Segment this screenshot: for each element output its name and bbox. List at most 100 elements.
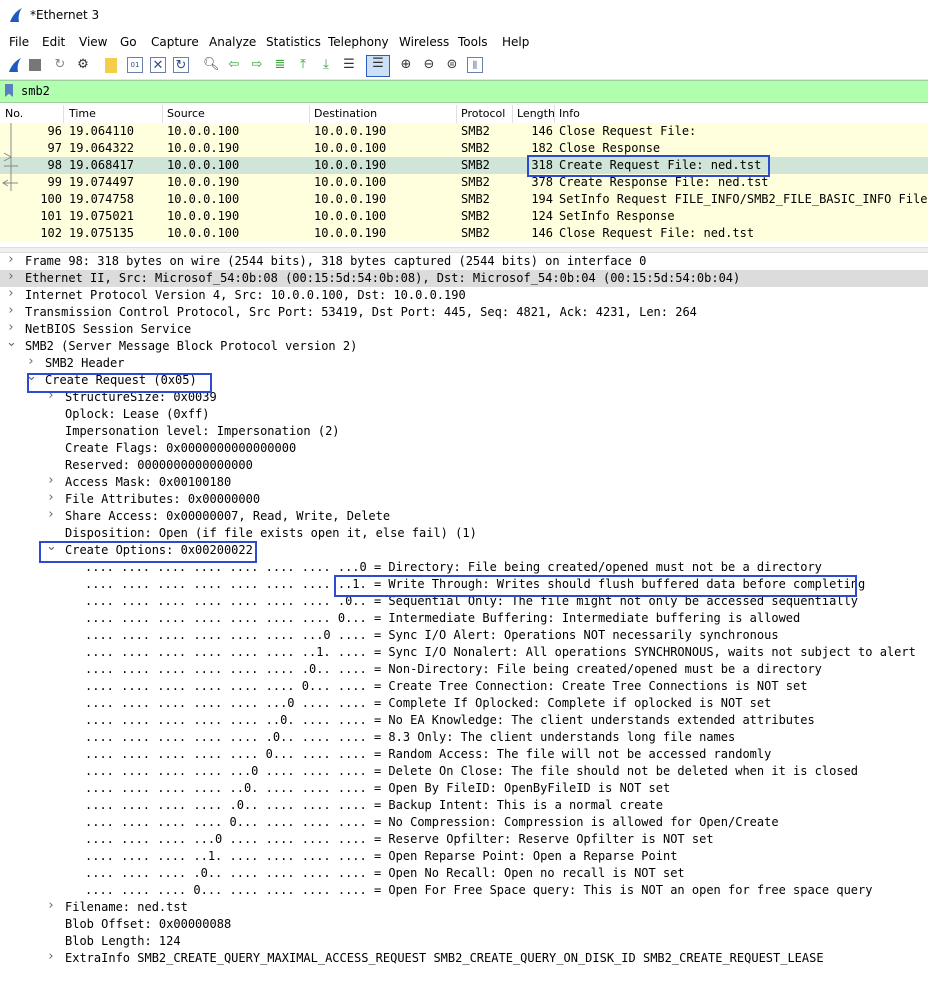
shark-fin-start-icon[interactable] [7, 57, 23, 73]
detail-tree-item[interactable]: .... .... .... .... .... .... 0... .... … [0, 678, 928, 695]
chevron-down-icon[interactable]: ⌄ [6, 335, 17, 350]
detail-tree-item[interactable]: .... .... .... .... .... .... ..1. .... … [0, 644, 928, 661]
open-file-icon[interactable] [105, 58, 117, 73]
detail-tree-item[interactable]: .... .... .... .... ...0 .... .... .... … [0, 763, 928, 780]
detail-tree-item[interactable]: .... .... .... .... .... .0.. .... .... … [0, 729, 928, 746]
chevron-right-icon[interactable]: › [46, 949, 56, 964]
detail-tree-item[interactable]: › Frame 98: 318 bytes on wire (2544 bits)… [0, 252, 928, 270]
go-forward-icon[interactable]: ⇨ [249, 57, 265, 73]
detail-tree-item[interactable]: Blob Offset: 0x00000088 [0, 916, 928, 933]
chevron-right-icon[interactable]: › [6, 303, 16, 318]
detail-tree-item[interactable]: .... .... .... .0.. .... .... .... .... … [0, 865, 928, 882]
col-length[interactable]: Length [517, 107, 555, 120]
chevron-right-icon[interactable]: › [46, 898, 56, 913]
display-filter-input[interactable] [21, 82, 901, 99]
packet-row[interactable]: 101 19.075021 10.0.0.190 10.0.0.100 SMB2… [0, 208, 928, 225]
detail-tree-item[interactable]: ⌄ SMB2 (Server Message Block Protocol ver… [0, 335, 928, 355]
go-last-icon[interactable]: ⤓ [318, 57, 334, 73]
restart-icon[interactable]: ↻ [52, 57, 68, 73]
zoom-out-icon[interactable]: ⊖ [421, 57, 437, 73]
detail-tree-item[interactable]: Disposition: Open (if file exists open i… [0, 525, 928, 542]
detail-tree-item[interactable]: .... .... .... .... .... .... .0.. .... … [0, 661, 928, 678]
packet-row[interactable]: 96 19.064110 10.0.0.100 10.0.0.190 SMB2 … [0, 123, 928, 140]
detail-tree-item[interactable]: Reserved: 0000000000000000 [0, 457, 928, 474]
colorize-icon[interactable]: ☰ [366, 55, 390, 77]
menu-analyze[interactable]: Analyze [209, 35, 256, 49]
detail-tree-item[interactable]: .... .... .... .... .... .... .... 0... … [0, 610, 928, 627]
col-separator[interactable] [162, 105, 163, 123]
chevron-right-icon[interactable]: › [46, 490, 56, 505]
detail-tree-item[interactable]: › SMB2 Header [0, 354, 928, 372]
col-info[interactable]: Info [559, 107, 580, 120]
close-file-icon[interactable]: ✕ [150, 57, 166, 73]
detail-tree-item[interactable]: › ExtraInfo SMB2_CREATE_QUERY_MAXIMAL_ACC… [0, 949, 928, 967]
packet-row-selected[interactable]: 98 19.068417 10.0.0.100 10.0.0.190 SMB2 … [0, 157, 928, 174]
chevron-right-icon[interactable]: › [6, 252, 16, 267]
detail-tree-item[interactable]: › Filename: ned.tst [0, 898, 928, 916]
detail-tree-item[interactable]: .... .... .... .... .... .... ...0 .... … [0, 627, 928, 644]
detail-tree-item[interactable]: .... .... .... .... ..0. .... .... .... … [0, 780, 928, 797]
packet-row[interactable]: 97 19.064322 10.0.0.190 10.0.0.100 SMB2 … [0, 140, 928, 157]
detail-tree-item[interactable]: .... .... .... ..1. .... .... .... .... … [0, 848, 928, 865]
col-no[interactable]: No. [5, 107, 23, 120]
menu-statistics[interactable]: Statistics [266, 35, 321, 49]
packet-list[interactable]: 96 19.064110 10.0.0.100 10.0.0.190 SMB2 … [0, 123, 928, 243]
col-protocol[interactable]: Protocol [461, 107, 505, 120]
col-separator[interactable] [512, 105, 513, 123]
go-first-icon[interactable]: ⤒ [295, 57, 311, 73]
menu-help[interactable]: Help [502, 35, 529, 49]
col-separator[interactable] [63, 105, 64, 123]
zoom-normal-icon[interactable]: ⊜ [444, 57, 460, 73]
zoom-in-icon[interactable]: ⊕ [398, 57, 414, 73]
detail-tree-item[interactable]: Blob Length: 124 [0, 933, 928, 950]
col-time[interactable]: Time [69, 107, 96, 120]
detail-tree-item[interactable]: Oplock: Lease (0xff) [0, 406, 928, 423]
detail-tree-item[interactable]: › Ethernet II, Src: Microsof_54:0b:08 (00… [0, 269, 928, 287]
detail-tree-item[interactable]: .... .... .... 0... .... .... .... .... … [0, 882, 928, 899]
save-file-icon[interactable]: 01 [127, 57, 143, 73]
col-separator[interactable] [309, 105, 310, 123]
menu-view[interactable]: View [79, 35, 107, 49]
detail-tree-item[interactable]: › Share Access: 0x00000007, Read, Write, … [0, 507, 928, 525]
chevron-right-icon[interactable]: › [6, 320, 16, 335]
detail-tree-item[interactable]: .... .... .... ...0 .... .... .... .... … [0, 831, 928, 848]
packet-row[interactable]: 99 19.074497 10.0.0.190 10.0.0.100 SMB2 … [0, 174, 928, 191]
stop-icon[interactable] [29, 59, 41, 71]
detail-tree-item[interactable]: › Transmission Control Protocol, Src Port… [0, 303, 928, 321]
detail-tree-item[interactable]: .... .... .... .... .0.. .... .... .... … [0, 797, 928, 814]
menu-edit[interactable]: Edit [42, 35, 65, 49]
menu-tools[interactable]: Tools [458, 35, 488, 49]
packet-row[interactable]: 100 19.074758 10.0.0.100 10.0.0.190 SMB2… [0, 191, 928, 208]
resize-columns-icon[interactable]: ⫼ [467, 57, 483, 73]
menu-telephony[interactable]: Telephony [328, 35, 389, 49]
detail-tree-item[interactable]: .... .... .... .... .... 0... .... .... … [0, 746, 928, 763]
menu-capture[interactable]: Capture [151, 35, 199, 49]
find-icon[interactable]: 🔍︎ [203, 57, 220, 73]
detail-tree-item[interactable]: › NetBIOS Session Service [0, 320, 928, 338]
options-gear-icon[interactable]: ⚙ [75, 57, 91, 73]
chevron-right-icon[interactable]: › [46, 507, 56, 522]
detail-tree-item[interactable]: Impersonation level: Impersonation (2) [0, 423, 928, 440]
col-separator[interactable] [554, 105, 555, 123]
col-destination[interactable]: Destination [314, 107, 377, 120]
go-to-packet-icon[interactable]: ≣ [272, 57, 288, 73]
detail-tree-item[interactable]: › File Attributes: 0x00000000 [0, 490, 928, 508]
detail-tree-item[interactable]: Create Flags: 0x0000000000000000 [0, 440, 928, 457]
menu-go[interactable]: Go [120, 35, 137, 49]
detail-tree-item[interactable]: .... .... .... .... .... ..0. .... .... … [0, 712, 928, 729]
detail-tree-item[interactable]: › Internet Protocol Version 4, Src: 10.0.… [0, 286, 928, 304]
chevron-right-icon[interactable]: › [6, 269, 16, 284]
detail-tree-item[interactable]: .... .... .... .... 0... .... .... .... … [0, 814, 928, 831]
packet-details-tree[interactable]: › Frame 98: 318 bytes on wire (2544 bits)… [0, 252, 928, 989]
col-separator[interactable] [456, 105, 457, 123]
packet-row[interactable]: 102 19.075135 10.0.0.100 10.0.0.190 SMB2… [0, 225, 928, 242]
col-source[interactable]: Source [167, 107, 205, 120]
reload-icon[interactable]: ↻ [173, 57, 189, 73]
menu-wireless[interactable]: Wireless [399, 35, 449, 49]
chevron-right-icon[interactable]: › [6, 286, 16, 301]
detail-tree-item[interactable]: › Access Mask: 0x00100180 [0, 473, 928, 491]
autoscroll-icon[interactable]: ☰ [341, 57, 357, 73]
go-back-icon[interactable]: ⇦ [226, 57, 242, 73]
chevron-right-icon[interactable]: › [46, 473, 56, 488]
bookmark-icon[interactable] [5, 84, 13, 97]
